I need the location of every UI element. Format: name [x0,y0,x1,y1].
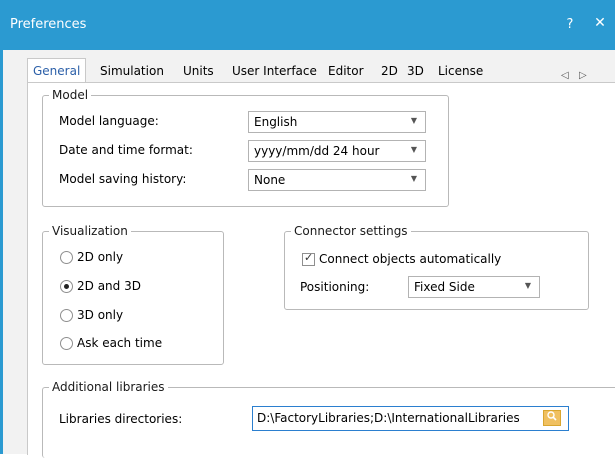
visualization-group: Visualization 2D only 2D and 3D 3D only … [42,224,224,365]
auto-connect-label: Connect objects automatically [319,252,502,266]
radio-label: 3D only [77,308,124,322]
datetime-format-select[interactable]: yyyy/mm/dd 24 hour ▼ [248,140,426,162]
chevron-down-icon: ▼ [410,174,417,183]
chevron-down-icon: ▼ [524,281,531,290]
model-language-value: English [254,115,298,129]
dialog-body: General Simulation Units User Interface … [3,50,615,458]
model-language-select[interactable]: English ▼ [248,111,426,133]
datetime-format-value: yyyy/mm/dd 24 hour [254,144,380,158]
saving-history-value: None [254,173,286,187]
positioning-select[interactable]: Fixed Side ▼ [408,276,540,298]
radio-circle [60,251,73,264]
radio-circle [60,309,73,322]
tab-label: General [33,64,81,78]
additional-libraries-group: Additional libraries Libraries directori… [42,380,615,458]
positioning-label: Positioning: [300,280,370,294]
tab-scroll-left-icon[interactable]: ◁ [561,70,569,81]
tab-scroll-right-icon[interactable]: ▷ [579,70,587,81]
tab-units[interactable]: Units [183,61,214,81]
tab-3d[interactable]: 3D [407,61,424,81]
model-language-label: Model language: [59,114,159,128]
radio-circle [60,337,73,350]
saving-history-select[interactable]: None ▼ [248,169,426,191]
tab-user-interface[interactable]: User Interface [232,61,317,81]
tab-general[interactable]: General [27,58,87,85]
checkbox-box [302,251,315,266]
libraries-directories-input[interactable] [257,410,519,426]
model-group-legend: Model [49,88,92,102]
tab-2d[interactable]: 2D [381,61,398,81]
radio-label: 2D only [77,250,124,264]
connector-settings-group: Connector settings Connect objects autom… [284,224,589,310]
datetime-format-label: Date and time format: [59,143,193,157]
help-button[interactable]: ? [564,17,576,32]
tab-license[interactable]: License [438,61,483,81]
radio-label: Ask each time [77,336,163,350]
chevron-down-icon: ▼ [410,116,417,125]
close-button[interactable]: ✕ [593,15,607,31]
tab-editor[interactable]: Editor [328,61,364,81]
chevron-down-icon: ▼ [410,145,417,154]
additional-libraries-legend: Additional libraries [49,380,168,394]
folder-search-icon[interactable] [543,410,561,426]
libraries-directories-label: Libraries directories: [59,412,183,426]
saving-history-label: Model saving history: [59,172,187,186]
general-tab-panel: Model Model language: English ▼ Date and… [27,82,615,458]
connector-settings-legend: Connector settings [291,224,411,238]
visualization-group-legend: Visualization [49,224,131,238]
radio-label: 2D and 3D [77,279,141,293]
window-title: Preferences [10,17,87,32]
tab-simulation[interactable]: Simulation [100,61,164,81]
title-bar: Preferences ? ✕ [0,0,615,50]
libraries-directories-field[interactable] [252,406,569,431]
radio-circle-selected [60,280,73,293]
model-group: Model Model language: English ▼ Date and… [42,88,449,207]
magnifier-icon [547,411,557,421]
positioning-value: Fixed Side [414,280,475,294]
